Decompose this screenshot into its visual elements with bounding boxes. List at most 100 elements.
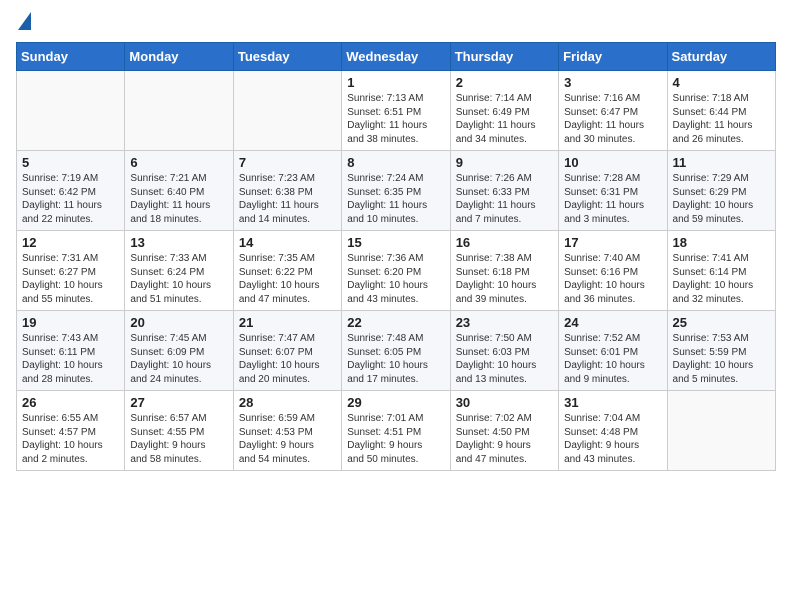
day-info: Sunrise: 7:02 AM Sunset: 4:50 PM Dayligh…	[456, 412, 553, 466]
day-number: 24	[564, 315, 661, 330]
calendar-cell: 28 Sunrise: 6:59 AM Sunset: 4:53 PM Dayli…	[233, 391, 341, 471]
calendar-cell: 13 Sunrise: 7:33 AM Sunset: 6:24 PM Dayli…	[125, 231, 233, 311]
logo-triangle-icon	[18, 12, 31, 30]
calendar-table: SundayMondayTuesdayWednesdayThursdayFrid…	[16, 42, 776, 471]
day-number: 8	[347, 155, 444, 170]
day-info: Sunrise: 7:29 AM Sunset: 6:29 PM Dayligh…	[673, 172, 770, 226]
calendar-cell: 3Sunrise: 7:16 AM Sunset: 6:47 PM Daylig…	[559, 71, 667, 151]
day-number: 13	[130, 235, 227, 250]
day-number: 28	[239, 395, 336, 410]
calendar-cell: 4Sunrise: 7:18 AM Sunset: 6:44 PM Daylig…	[667, 71, 775, 151]
day-info: Sunrise: 7:35 AM Sunset: 6:22 PM Dayligh…	[239, 252, 336, 306]
calendar-cell	[17, 71, 125, 151]
day-number: 1	[347, 75, 444, 90]
day-info: Sunrise: 7:14 AM Sunset: 6:49 PM Dayligh…	[456, 92, 553, 146]
calendar-cell: 16 Sunrise: 7:38 AM Sunset: 6:18 PM Dayli…	[450, 231, 558, 311]
day-info: Sunrise: 7:28 AM Sunset: 6:31 PM Dayligh…	[564, 172, 661, 226]
calendar-week-3: 12Sunrise: 7:31 AM Sunset: 6:27 PM Dayli…	[17, 231, 776, 311]
calendar-cell: 12Sunrise: 7:31 AM Sunset: 6:27 PM Dayli…	[17, 231, 125, 311]
calendar-cell	[233, 71, 341, 151]
day-number: 29	[347, 395, 444, 410]
calendar-week-1: 1 Sunrise: 7:13 AM Sunset: 6:51 PM Daylig…	[17, 71, 776, 151]
day-number: 11	[673, 155, 770, 170]
day-info: Sunrise: 7:40 AM Sunset: 6:16 PM Dayligh…	[564, 252, 661, 306]
day-number: 30	[456, 395, 553, 410]
day-number: 18	[673, 235, 770, 250]
calendar-header-row: SundayMondayTuesdayWednesdayThursdayFrid…	[17, 43, 776, 71]
day-number: 26	[22, 395, 119, 410]
calendar-cell: 18Sunrise: 7:41 AM Sunset: 6:14 PM Dayli…	[667, 231, 775, 311]
calendar-cell: 24Sunrise: 7:52 AM Sunset: 6:01 PM Dayli…	[559, 311, 667, 391]
calendar-cell: 9 Sunrise: 7:26 AM Sunset: 6:33 PM Daylig…	[450, 151, 558, 231]
calendar-cell: 22 Sunrise: 7:48 AM Sunset: 6:05 PM Dayli…	[342, 311, 450, 391]
day-info: Sunrise: 7:47 AM Sunset: 6:07 PM Dayligh…	[239, 332, 336, 386]
day-number: 17	[564, 235, 661, 250]
weekday-header-sunday: Sunday	[17, 43, 125, 71]
day-number: 20	[130, 315, 227, 330]
day-info: Sunrise: 7:31 AM Sunset: 6:27 PM Dayligh…	[22, 252, 119, 306]
day-info: Sunrise: 7:21 AM Sunset: 6:40 PM Dayligh…	[130, 172, 227, 226]
calendar-cell: 6 Sunrise: 7:21 AM Sunset: 6:40 PM Daylig…	[125, 151, 233, 231]
day-number: 2	[456, 75, 553, 90]
calendar-cell: 5 Sunrise: 7:19 AM Sunset: 6:42 PM Daylig…	[17, 151, 125, 231]
day-number: 5	[22, 155, 119, 170]
day-info: Sunrise: 7:36 AM Sunset: 6:20 PM Dayligh…	[347, 252, 444, 306]
calendar-week-5: 26 Sunrise: 6:55 AM Sunset: 4:57 PM Dayli…	[17, 391, 776, 471]
calendar-cell: 29Sunrise: 7:01 AM Sunset: 4:51 PM Dayli…	[342, 391, 450, 471]
day-number: 6	[130, 155, 227, 170]
calendar-cell: 23Sunrise: 7:50 AM Sunset: 6:03 PM Dayli…	[450, 311, 558, 391]
calendar-cell: 31Sunrise: 7:04 AM Sunset: 4:48 PM Dayli…	[559, 391, 667, 471]
day-info: Sunrise: 7:38 AM Sunset: 6:18 PM Dayligh…	[456, 252, 553, 306]
weekday-header-wednesday: Wednesday	[342, 43, 450, 71]
day-number: 22	[347, 315, 444, 330]
day-number: 25	[673, 315, 770, 330]
day-info: Sunrise: 7:26 AM Sunset: 6:33 PM Dayligh…	[456, 172, 553, 226]
calendar-cell: 19 Sunrise: 7:43 AM Sunset: 6:11 PM Dayli…	[17, 311, 125, 391]
calendar-cell: 1 Sunrise: 7:13 AM Sunset: 6:51 PM Daylig…	[342, 71, 450, 151]
day-info: Sunrise: 7:53 AM Sunset: 5:59 PM Dayligh…	[673, 332, 770, 386]
day-info: Sunrise: 7:48 AM Sunset: 6:05 PM Dayligh…	[347, 332, 444, 386]
calendar-cell	[667, 391, 775, 471]
calendar-cell: 11 Sunrise: 7:29 AM Sunset: 6:29 PM Dayli…	[667, 151, 775, 231]
day-info: Sunrise: 7:13 AM Sunset: 6:51 PM Dayligh…	[347, 92, 444, 146]
day-info: Sunrise: 6:59 AM Sunset: 4:53 PM Dayligh…	[239, 412, 336, 466]
day-number: 16	[456, 235, 553, 250]
day-info: Sunrise: 7:16 AM Sunset: 6:47 PM Dayligh…	[564, 92, 661, 146]
calendar-cell: 21 Sunrise: 7:47 AM Sunset: 6:07 PM Dayli…	[233, 311, 341, 391]
calendar-cell: 17 Sunrise: 7:40 AM Sunset: 6:16 PM Dayli…	[559, 231, 667, 311]
day-number: 21	[239, 315, 336, 330]
calendar-cell: 2 Sunrise: 7:14 AM Sunset: 6:49 PM Daylig…	[450, 71, 558, 151]
day-info: Sunrise: 7:43 AM Sunset: 6:11 PM Dayligh…	[22, 332, 119, 386]
calendar-cell: 27 Sunrise: 6:57 AM Sunset: 4:55 PM Dayli…	[125, 391, 233, 471]
day-info: Sunrise: 6:55 AM Sunset: 4:57 PM Dayligh…	[22, 412, 119, 466]
day-number: 27	[130, 395, 227, 410]
day-info: Sunrise: 7:45 AM Sunset: 6:09 PM Dayligh…	[130, 332, 227, 386]
weekday-header-tuesday: Tuesday	[233, 43, 341, 71]
day-number: 31	[564, 395, 661, 410]
weekday-header-friday: Friday	[559, 43, 667, 71]
weekday-header-monday: Monday	[125, 43, 233, 71]
calendar-week-4: 19 Sunrise: 7:43 AM Sunset: 6:11 PM Dayli…	[17, 311, 776, 391]
day-number: 10	[564, 155, 661, 170]
day-info: Sunrise: 7:50 AM Sunset: 6:03 PM Dayligh…	[456, 332, 553, 386]
day-number: 14	[239, 235, 336, 250]
page-header	[16, 16, 776, 30]
day-number: 19	[22, 315, 119, 330]
day-number: 15	[347, 235, 444, 250]
day-info: Sunrise: 6:57 AM Sunset: 4:55 PM Dayligh…	[130, 412, 227, 466]
day-number: 7	[239, 155, 336, 170]
day-info: Sunrise: 7:19 AM Sunset: 6:42 PM Dayligh…	[22, 172, 119, 226]
calendar-cell: 14 Sunrise: 7:35 AM Sunset: 6:22 PM Dayli…	[233, 231, 341, 311]
weekday-header-saturday: Saturday	[667, 43, 775, 71]
day-info: Sunrise: 7:23 AM Sunset: 6:38 PM Dayligh…	[239, 172, 336, 226]
calendar-cell: 20 Sunrise: 7:45 AM Sunset: 6:09 PM Dayli…	[125, 311, 233, 391]
day-info: Sunrise: 7:33 AM Sunset: 6:24 PM Dayligh…	[130, 252, 227, 306]
weekday-header-thursday: Thursday	[450, 43, 558, 71]
day-number: 4	[673, 75, 770, 90]
logo	[16, 16, 31, 30]
day-info: Sunrise: 7:24 AM Sunset: 6:35 PM Dayligh…	[347, 172, 444, 226]
calendar-cell: 25 Sunrise: 7:53 AM Sunset: 5:59 PM Dayli…	[667, 311, 775, 391]
calendar-cell: 7 Sunrise: 7:23 AM Sunset: 6:38 PM Daylig…	[233, 151, 341, 231]
calendar-cell: 15 Sunrise: 7:36 AM Sunset: 6:20 PM Dayli…	[342, 231, 450, 311]
day-number: 9	[456, 155, 553, 170]
